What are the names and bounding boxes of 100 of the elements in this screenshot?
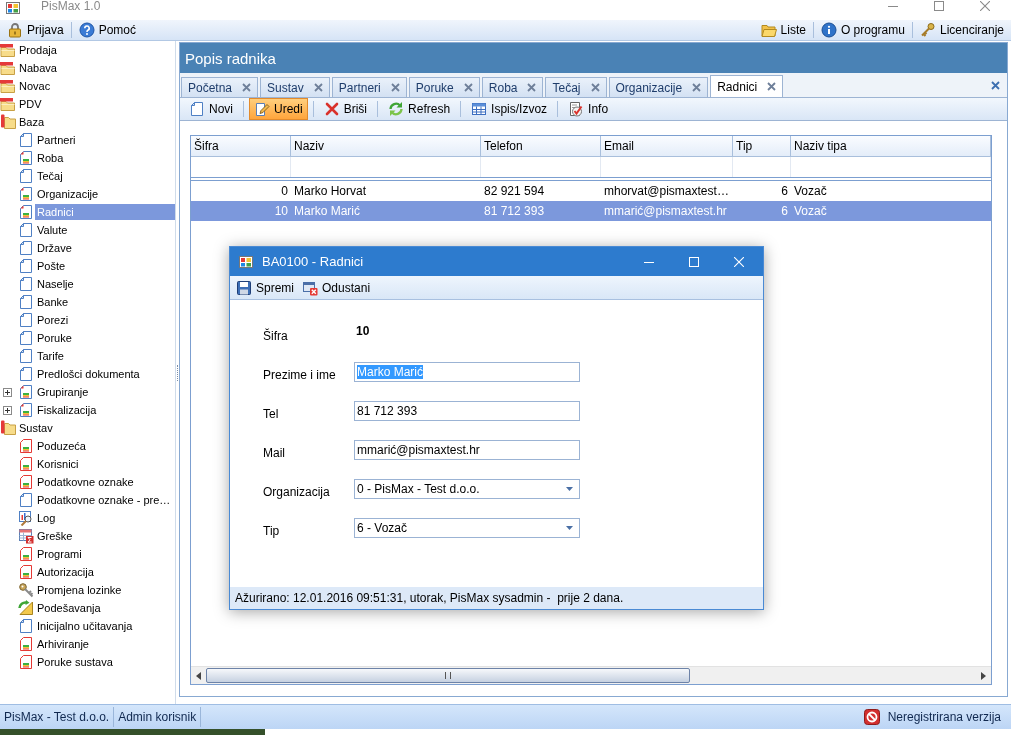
maximize-icon[interactable] bbox=[934, 1, 944, 11]
field-value: 10 bbox=[355, 324, 370, 340]
dropdown[interactable]: 6 - Vozač bbox=[354, 518, 580, 538]
tree-item[interactable]: Podatkovne oznake - pre… bbox=[35, 492, 173, 508]
tree-item[interactable]: Tečaj bbox=[35, 168, 65, 184]
expand-icon[interactable] bbox=[3, 387, 12, 397]
tab[interactable]: Sustav bbox=[260, 77, 330, 97]
close-icon[interactable] bbox=[980, 1, 990, 11]
menu-item[interactable]: Licenciranje bbox=[915, 20, 1008, 40]
save-icon bbox=[236, 279, 252, 296]
tree-item[interactable]: Porezi bbox=[35, 312, 71, 328]
splitter-handle[interactable] bbox=[177, 364, 178, 381]
menu-item[interactable]: Pomoć bbox=[74, 20, 141, 40]
tree-item[interactable]: Banke bbox=[35, 294, 71, 310]
horizontal-scrollbar[interactable] bbox=[191, 666, 991, 684]
close-icon[interactable] bbox=[692, 83, 702, 92]
field-label: Šifra bbox=[263, 327, 288, 343]
tree-item[interactable]: Poduzeća bbox=[35, 438, 88, 454]
tree-item[interactable]: Poruke bbox=[35, 330, 74, 346]
column-header[interactable]: Šifra bbox=[191, 136, 291, 157]
tree-item[interactable]: Korisnici bbox=[35, 456, 81, 472]
toolbar-button[interactable]: Refresh bbox=[383, 98, 456, 120]
tab[interactable]: Organizacije bbox=[608, 77, 709, 97]
tree-item[interactable]: Inicijalno učitavanja bbox=[35, 618, 135, 634]
tree-item[interactable]: Partneri bbox=[35, 132, 78, 148]
tree-item[interactable]: Predlošci dokumenta bbox=[35, 366, 142, 382]
expand-icon[interactable] bbox=[3, 405, 12, 415]
tab[interactable]: Partneri bbox=[331, 77, 407, 97]
tab[interactable]: Početna bbox=[181, 77, 259, 97]
report-icon bbox=[18, 150, 34, 166]
column-header[interactable]: Email bbox=[601, 136, 733, 157]
toolbar-button[interactable]: Novi bbox=[184, 98, 238, 120]
close-icon[interactable] bbox=[313, 83, 323, 92]
toolbar-button[interactable]: Briši bbox=[318, 98, 373, 120]
tab[interactable]: Poruke bbox=[408, 77, 480, 97]
tree-item[interactable]: Fiskalizacija bbox=[35, 402, 99, 418]
tree-item[interactable]: Nabava bbox=[17, 60, 59, 76]
column-header[interactable]: Naziv bbox=[291, 136, 481, 157]
column-header[interactable]: Telefon bbox=[481, 136, 601, 157]
keys-icon bbox=[18, 582, 34, 598]
column-header[interactable]: Tip bbox=[733, 136, 791, 157]
page-icon bbox=[18, 618, 34, 634]
close-icon[interactable] bbox=[590, 83, 600, 92]
tree-item[interactable]: Baza bbox=[17, 114, 47, 130]
tree-item[interactable]: Programi bbox=[35, 546, 84, 562]
user-name: Admin korisnik bbox=[117, 710, 198, 724]
tree-item[interactable]: Promjena lozinke bbox=[35, 582, 124, 598]
toolbar-button[interactable]: Spremi bbox=[233, 276, 297, 299]
lock-icon bbox=[7, 22, 23, 38]
menu-item[interactable]: Prijava bbox=[3, 20, 68, 40]
text-field[interactable]: 81 712 393 bbox=[354, 401, 580, 421]
tree-item[interactable]: Valute bbox=[35, 222, 70, 238]
tree-item[interactable]: Arhiviranje bbox=[35, 636, 91, 652]
tree-item[interactable]: Podešavanja bbox=[35, 600, 103, 616]
tree-item[interactable]: PDV bbox=[17, 96, 44, 112]
close-icon[interactable] bbox=[991, 80, 1000, 90]
toolbar-button[interactable]: Uredi bbox=[249, 98, 308, 120]
tree-item[interactable]: Sustav bbox=[17, 420, 55, 436]
tree-item[interactable]: Prodaja bbox=[17, 42, 59, 58]
column-header[interactable]: Naziv tipa bbox=[791, 136, 991, 157]
tree-item[interactable]: Države bbox=[35, 240, 74, 256]
settings-icon bbox=[18, 600, 34, 616]
close-icon[interactable] bbox=[527, 83, 537, 92]
tree-item[interactable]: Tarife bbox=[35, 348, 66, 364]
table-cell-text: mhorvat@pismaxtest… bbox=[603, 183, 730, 200]
tree-item[interactable]: Poruke sustava bbox=[35, 654, 115, 670]
table-cell-text: Marko Marić bbox=[293, 203, 361, 220]
right-arrow-icon[interactable] bbox=[981, 671, 986, 680]
close-icon[interactable] bbox=[242, 83, 252, 92]
tree-item[interactable]: Pošte bbox=[35, 258, 68, 274]
report-icon bbox=[18, 186, 34, 202]
folder-icon bbox=[760, 22, 777, 38]
tree-item[interactable]: Naselje bbox=[35, 276, 76, 292]
scrollbar-thumb[interactable] bbox=[206, 668, 690, 683]
tree-item[interactable]: Grupiranje bbox=[35, 384, 91, 400]
tree-item[interactable]: Podatkovne oznake bbox=[35, 474, 136, 490]
menu-item[interactable]: Liste bbox=[756, 20, 810, 40]
tree-item[interactable]: Novac bbox=[17, 78, 53, 94]
dropdown[interactable]: 0 - PisMax - Test d.o.o. bbox=[354, 479, 580, 499]
toolbar-button[interactable]: Ispis/Izvoz bbox=[466, 98, 553, 120]
form-icon bbox=[18, 438, 34, 454]
close-icon[interactable] bbox=[767, 82, 777, 91]
tree-item[interactable]: Autorizacija bbox=[35, 564, 96, 580]
field-label: Tip bbox=[263, 523, 280, 538]
close-icon[interactable] bbox=[463, 83, 473, 92]
tab[interactable]: Radnici bbox=[710, 75, 784, 97]
tree-item[interactable]: Roba bbox=[35, 150, 66, 166]
toolbar-button[interactable]: Odustani bbox=[299, 276, 374, 299]
tree-item[interactable]: Greške bbox=[35, 528, 75, 544]
close-icon[interactable] bbox=[390, 83, 400, 92]
tree-item[interactable]: Log bbox=[35, 510, 58, 526]
tab[interactable]: Roba bbox=[481, 77, 544, 97]
tree-item[interactable]: Organizacije bbox=[35, 186, 101, 202]
table-cell-text: 82 921 594 bbox=[483, 183, 546, 200]
tab[interactable]: Tečaj bbox=[545, 77, 607, 97]
left-arrow-icon[interactable] bbox=[196, 671, 201, 680]
table-icon bbox=[18, 528, 34, 544]
menu-item[interactable]: O programu bbox=[816, 20, 909, 40]
text-field[interactable]: mmarić@pismaxtest.hr bbox=[354, 440, 580, 460]
toolbar-button[interactable]: Info bbox=[563, 98, 614, 120]
